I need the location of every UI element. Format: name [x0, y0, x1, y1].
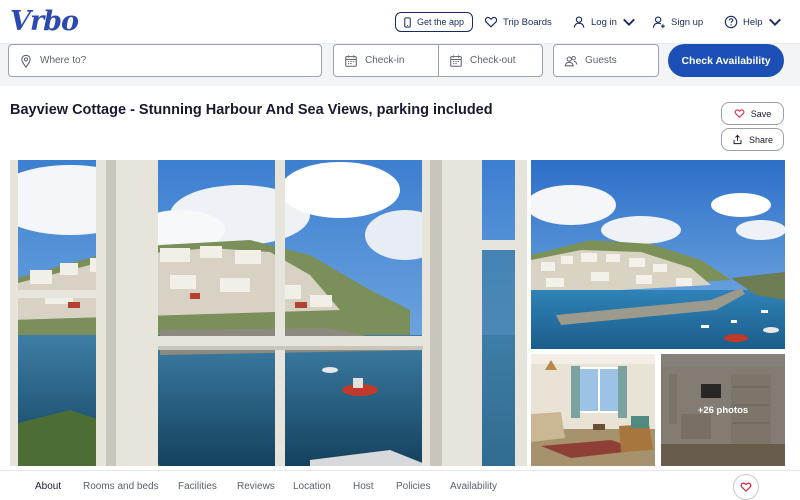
log-in-label: Log in	[591, 16, 617, 28]
photo-living-room[interactable]	[531, 354, 655, 466]
tab-host[interactable]: Host	[353, 481, 374, 492]
tab-about[interactable]: About	[35, 481, 61, 492]
heart-icon	[484, 16, 498, 28]
chevron-down-icon	[622, 18, 635, 26]
calendar-icon	[345, 54, 357, 67]
user-icon	[573, 16, 585, 28]
share-button[interactable]: Share	[721, 128, 784, 151]
share-label: Share	[748, 134, 774, 145]
help-label: Help	[743, 16, 763, 28]
more-photos-overlay[interactable]: +26 photos	[661, 354, 785, 466]
destination-input[interactable]: Where to?	[8, 44, 322, 77]
heart-icon	[740, 482, 752, 492]
get-the-app-label: Get the app	[417, 17, 465, 27]
location-pin-icon	[21, 54, 31, 68]
check-availability-button[interactable]: Check Availability	[668, 44, 784, 77]
tab-availability[interactable]: Availability	[450, 481, 497, 492]
tab-reviews[interactable]: Reviews	[237, 481, 275, 492]
trip-boards-link[interactable]: Trip Boards	[484, 12, 552, 32]
tab-policies[interactable]: Policies	[396, 481, 430, 492]
tab-location[interactable]: Location	[293, 481, 331, 492]
user-add-icon	[652, 16, 665, 29]
check-in-field[interactable]: Check-in	[333, 44, 439, 77]
page-title: Bayview Cottage - Stunning Harbour And S…	[10, 102, 493, 118]
photo-harbour-overview[interactable]	[531, 160, 785, 349]
check-out-label: Check-out	[470, 55, 516, 66]
help-circle-icon	[724, 15, 738, 29]
main-photo-harbour-window-view[interactable]	[10, 160, 527, 466]
calendar-icon	[450, 54, 462, 67]
log-in-menu[interactable]: Log in	[572, 12, 636, 32]
vrbo-logo[interactable]: Vrbo	[10, 6, 79, 37]
save-button[interactable]: Save	[721, 102, 784, 125]
save-label: Save	[750, 108, 772, 119]
guests-label: Guests	[585, 55, 617, 66]
help-menu[interactable]: Help	[724, 12, 782, 32]
heart-icon	[734, 109, 745, 118]
chevron-down-icon	[768, 18, 781, 26]
phone-icon	[404, 16, 411, 28]
sign-up-link[interactable]: Sign up	[652, 12, 703, 32]
tab-facilities[interactable]: Facilities	[178, 481, 217, 492]
destination-placeholder: Where to?	[40, 55, 87, 66]
check-in-label: Check-in	[365, 55, 405, 66]
trip-boards-label: Trip Boards	[503, 16, 552, 28]
get-the-app-button[interactable]: Get the app	[395, 12, 474, 32]
sign-up-label: Sign up	[671, 16, 704, 28]
favorite-button[interactable]	[733, 474, 759, 500]
check-out-field[interactable]: Check-out	[438, 44, 543, 77]
guests-field[interactable]: Guests	[553, 44, 659, 77]
people-icon	[564, 55, 578, 66]
share-icon	[733, 134, 742, 145]
tab-rooms-and-beds[interactable]: Rooms and beds	[83, 481, 159, 492]
